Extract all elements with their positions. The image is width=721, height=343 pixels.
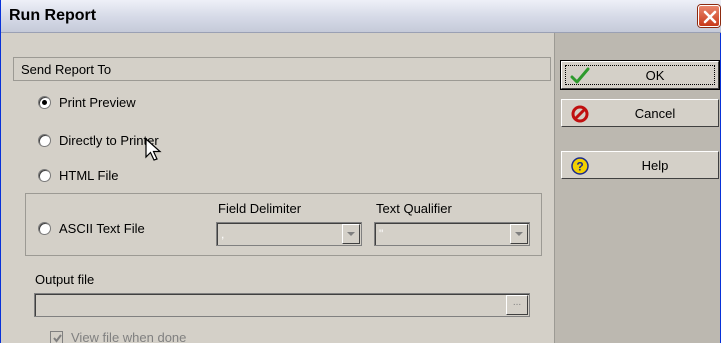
radio-label: Directly to Printer (59, 133, 159, 148)
checkmark-icon (570, 67, 590, 84)
output-file-input[interactable]: ... (34, 293, 530, 317)
window-title: Run Report (9, 7, 97, 24)
radio-label: Print Preview (59, 95, 136, 110)
radio-button[interactable] (38, 134, 51, 147)
close-button[interactable] (698, 5, 720, 27)
no-entry-icon (571, 105, 589, 123)
radio-label: ASCII Text File (59, 221, 145, 236)
text-qualifier-label: Text Qualifier (376, 201, 452, 216)
output-file-label: Output file (35, 272, 95, 287)
field-delimiter-select[interactable]: , (216, 222, 362, 246)
cancel-label: Cancel (634, 106, 676, 121)
mouse-cursor-icon (145, 138, 162, 161)
title-bar[interactable]: Run Report (1, 0, 721, 33)
ok-button[interactable]: OK (560, 60, 720, 90)
radio-button[interactable] (38, 222, 51, 235)
radio-ascii-text-file[interactable]: ASCII Text File (38, 221, 145, 236)
help-label: Help (641, 158, 669, 173)
help-button[interactable]: ? Help (561, 151, 719, 179)
radio-directly-to-printer[interactable]: Directly to Printer (38, 133, 159, 148)
text-qualifier-select[interactable]: " (374, 222, 530, 246)
question-icon: ? (571, 157, 589, 175)
dropdown-arrow-icon[interactable] (510, 224, 528, 244)
radio-label: HTML File (59, 168, 119, 183)
radio-button[interactable] (38, 96, 51, 109)
checkmark-icon (53, 334, 62, 343)
close-icon (703, 10, 717, 24)
browse-button[interactable]: ... (506, 295, 528, 315)
radio-html-file[interactable]: HTML File (38, 168, 118, 183)
field-delimiter-label: Field Delimiter (218, 201, 302, 216)
svg-text:?: ? (576, 160, 583, 174)
radio-print-preview[interactable]: Print Preview (38, 95, 136, 110)
run-report-dialog: Run Report Send Report To Print Preview … (0, 0, 721, 343)
view-file-label: View file when done (71, 330, 187, 343)
dropdown-arrow-icon[interactable] (342, 224, 360, 244)
send-report-to-header: Send Report To (13, 57, 551, 81)
radio-button[interactable] (38, 169, 51, 182)
view-file-checkbox[interactable] (50, 331, 63, 343)
field-delimiter-value: , (221, 227, 225, 241)
group-title: Send Report To (21, 62, 112, 77)
text-qualifier-value: " (379, 227, 384, 241)
cancel-button[interactable]: Cancel (561, 99, 719, 127)
ok-label: OK (645, 68, 665, 83)
